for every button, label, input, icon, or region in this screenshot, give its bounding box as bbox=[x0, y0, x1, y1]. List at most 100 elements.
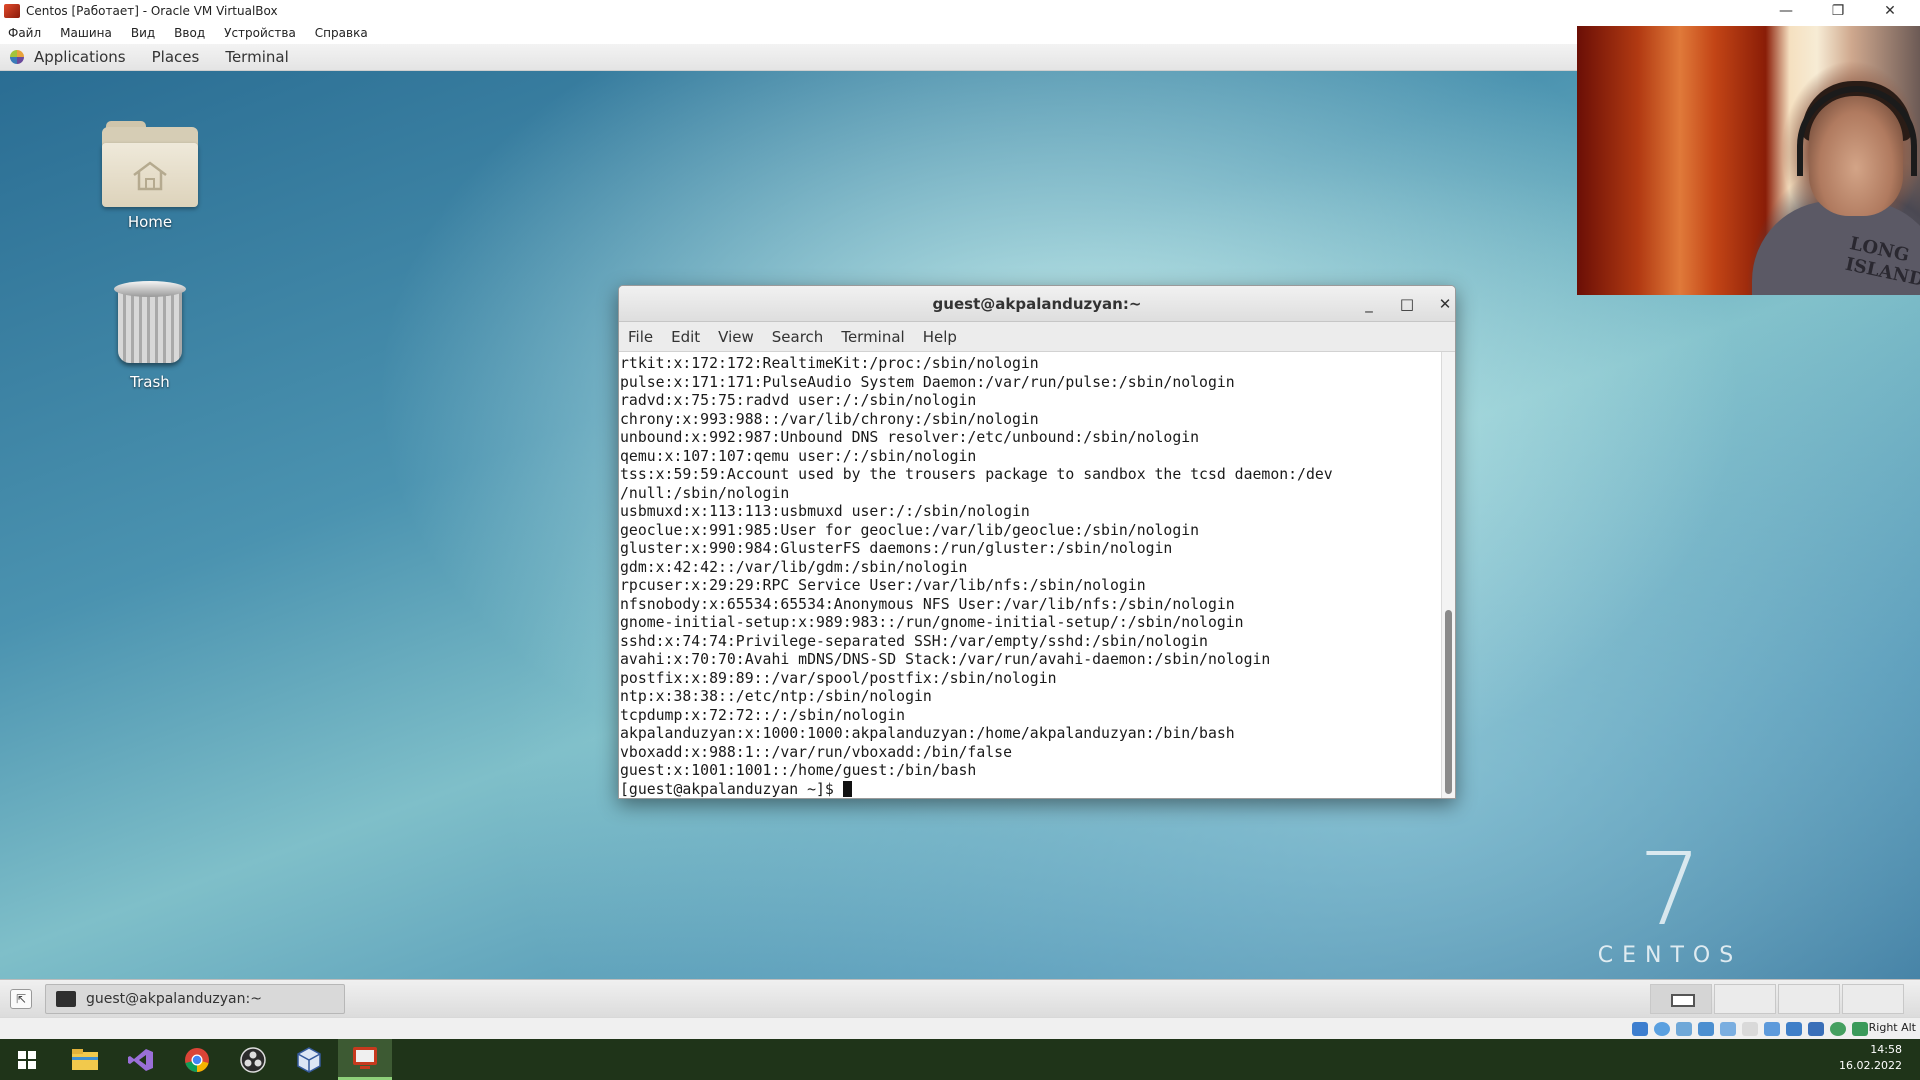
text-cursor bbox=[842, 780, 852, 797]
terminal-line: usbmuxd:x:113:113:usbmuxd user:/:/sbin/n… bbox=[620, 503, 1030, 520]
desktop-icon-label: Trash bbox=[130, 373, 170, 391]
system-clock[interactable]: 14:58 16.02.2022 bbox=[1839, 1042, 1902, 1074]
windows-taskbar: 14:58 16.02.2022 bbox=[0, 1039, 1920, 1080]
terminal-line: radvd:x:75:75:radvd user:/:/sbin/nologin bbox=[620, 392, 977, 409]
audio-icon[interactable] bbox=[1676, 1022, 1692, 1036]
terminal-line: gnome-initial-setup:x:989:983::/run/gnom… bbox=[620, 614, 1244, 631]
terminal-line: chrony:x:993:988::/var/lib/chrony:/sbin/… bbox=[620, 410, 1039, 428]
terminal-minimize-button[interactable]: _ bbox=[1357, 292, 1381, 316]
terminal-menu-terminal[interactable]: Terminal bbox=[841, 328, 904, 346]
terminal-output[interactable]: rtkit:x:172:172:RealtimeKit:/proc:/sbin/… bbox=[619, 352, 1441, 798]
terminal-line: postfix:x:89:89::/var/spool/postfix:/sbi… bbox=[620, 669, 1057, 687]
home-folder-icon bbox=[102, 121, 198, 207]
video-capture-icon[interactable] bbox=[1786, 1022, 1802, 1036]
webcam-overlay: LONG ISLAND bbox=[1577, 26, 1920, 295]
cpu-icon[interactable] bbox=[1808, 1022, 1824, 1036]
usb-icon[interactable] bbox=[1720, 1022, 1736, 1036]
scrollbar-thumb[interactable] bbox=[1445, 610, 1452, 794]
menu-devices[interactable]: Устройства bbox=[224, 26, 296, 40]
applications-menu[interactable]: Applications bbox=[34, 48, 126, 66]
taskbar-file-explorer[interactable] bbox=[58, 1039, 112, 1080]
obs-icon bbox=[240, 1046, 266, 1073]
workspace-2[interactable] bbox=[1714, 984, 1776, 1014]
terminal-menu-file[interactable]: File bbox=[628, 328, 653, 346]
terminal-icon bbox=[56, 991, 76, 1007]
terminal-line: guest:x:1001:1001::/home/guest:/bin/bash bbox=[620, 762, 977, 779]
terminal-menu-help[interactable]: Help bbox=[923, 328, 957, 346]
gnome-bottom-panel: ⇱ guest@akpalanduzyan:~ bbox=[0, 979, 1920, 1017]
terminal-line: /null:/sbin/nologin bbox=[620, 484, 790, 502]
desktop-icon-label: Home bbox=[127, 213, 173, 231]
start-button[interactable] bbox=[0, 1039, 54, 1080]
terminal-line: geoclue:x:991:985:User for geoclue:/var/… bbox=[620, 521, 1200, 539]
workspace-3[interactable] bbox=[1778, 984, 1840, 1014]
terminal-title: guest@akpalanduzyan:~ bbox=[932, 295, 1142, 313]
terminal-titlebar[interactable]: guest@akpalanduzyan:~ _ □ ✕ bbox=[619, 286, 1455, 322]
terminal-menu-search[interactable]: Search bbox=[772, 328, 824, 346]
optical-drive-icon[interactable] bbox=[1654, 1022, 1670, 1036]
terminal-prompt-line[interactable]: [guest@akpalanduzyan ~]$ bbox=[620, 780, 1441, 799]
virtualbox-app-icon bbox=[4, 4, 20, 18]
places-menu[interactable]: Places bbox=[152, 48, 200, 66]
terminal-scrollbar[interactable] bbox=[1441, 352, 1455, 798]
clock-time: 14:58 bbox=[1870, 1043, 1902, 1056]
taskbar-obs[interactable] bbox=[226, 1039, 280, 1080]
shared-folders-icon[interactable] bbox=[1742, 1022, 1758, 1036]
close-button[interactable]: ✕ bbox=[1870, 0, 1910, 22]
show-desktop-icon[interactable]: ⇱ bbox=[10, 989, 32, 1009]
guest-additions-icon[interactable] bbox=[1830, 1022, 1846, 1036]
terminal-line: qemu:x:107:107:qemu user:/:/sbin/nologin bbox=[620, 447, 977, 465]
terminal-line: rpcuser:x:29:29:RPC Service User:/var/li… bbox=[620, 577, 1146, 594]
terminal-line: gdm:x:42:42::/var/lib/gdm:/sbin/nologin bbox=[620, 558, 968, 576]
terminal-line: rtkit:x:172:172:RealtimeKit:/proc:/sbin/… bbox=[620, 355, 1039, 372]
terminal-window[interactable]: guest@akpalanduzyan:~ _ □ ✕ File Edit Vi… bbox=[618, 285, 1456, 799]
terminal-line: ntp:x:38:38::/etc/ntp:/sbin/nologin bbox=[620, 688, 932, 705]
minimize-button[interactable]: — bbox=[1766, 0, 1806, 22]
menu-file[interactable]: Файл bbox=[8, 26, 41, 40]
terminal-menubar: File Edit View Search Terminal Help bbox=[619, 322, 1455, 352]
menu-machine[interactable]: Машина bbox=[60, 26, 112, 40]
taskbar-chrome[interactable] bbox=[170, 1039, 224, 1080]
virtualbox-manager-icon bbox=[297, 1046, 321, 1073]
menu-input[interactable]: Ввод bbox=[174, 26, 205, 40]
network-icon[interactable] bbox=[1698, 1022, 1714, 1036]
chrome-icon bbox=[185, 1047, 209, 1072]
taskbar-window-label: guest@akpalanduzyan:~ bbox=[86, 991, 262, 1007]
file-explorer-icon bbox=[72, 1048, 98, 1070]
taskbar-virtualbox-manager[interactable] bbox=[282, 1039, 336, 1080]
menu-help[interactable]: Справка bbox=[315, 26, 368, 40]
terminal-line: vboxadd:x:988:1::/var/run/vboxadd:/bin/f… bbox=[620, 743, 1012, 761]
terminal-line: akpalanduzyan:x:1000:1000:akpalanduzyan:… bbox=[620, 725, 1235, 742]
desktop-icon-home[interactable]: Home bbox=[90, 121, 210, 231]
taskbar-virtualbox-vm[interactable] bbox=[338, 1039, 392, 1080]
terminal-line: gluster:x:990:984:GlusterFS daemons:/run… bbox=[620, 540, 1173, 557]
terminal-line: sshd:x:74:74:Privilege-separated SSH:/va… bbox=[620, 632, 1208, 650]
vbox-titlebar: Centos [Работает] - Oracle VM VirtualBox… bbox=[0, 0, 1920, 22]
workspace-4[interactable] bbox=[1842, 984, 1904, 1014]
mouse-integration-icon[interactable] bbox=[1852, 1022, 1868, 1036]
clock-date: 16.02.2022 bbox=[1839, 1059, 1902, 1072]
terminal-line: unbound:x:992:987:Unbound DNS resolver:/… bbox=[620, 429, 1200, 446]
hard-disk-icon[interactable] bbox=[1632, 1022, 1648, 1036]
centos-version-number: 7 bbox=[1638, 831, 1702, 948]
menu-view[interactable]: Вид bbox=[131, 26, 155, 40]
terminal-menu-edit[interactable]: Edit bbox=[671, 328, 700, 346]
restore-button[interactable]: ❐ bbox=[1818, 0, 1858, 22]
centos-wordmark: CENTOS bbox=[1597, 943, 1743, 968]
taskbar-visual-studio[interactable] bbox=[114, 1039, 168, 1080]
visual-studio-icon bbox=[128, 1048, 153, 1071]
applications-logo-icon bbox=[10, 50, 24, 64]
desktop-icon-trash[interactable]: Trash bbox=[90, 281, 210, 391]
taskbar-window-terminal[interactable]: guest@akpalanduzyan:~ bbox=[45, 984, 345, 1014]
workspace-window-preview bbox=[1671, 994, 1695, 1007]
terminal-app-menu[interactable]: Terminal bbox=[225, 48, 288, 66]
workspace-1[interactable] bbox=[1650, 984, 1712, 1014]
vbox-statusbar: Right Alt bbox=[0, 1017, 1920, 1039]
trash-icon bbox=[114, 281, 186, 367]
terminal-close-button[interactable]: ✕ bbox=[1433, 292, 1455, 316]
display-icon[interactable] bbox=[1764, 1022, 1780, 1036]
terminal-maximize-button[interactable]: □ bbox=[1395, 292, 1419, 316]
host-key-label: Right Alt bbox=[1868, 1021, 1916, 1034]
virtualbox-vm-icon bbox=[353, 1047, 377, 1069]
terminal-menu-view[interactable]: View bbox=[718, 328, 754, 346]
